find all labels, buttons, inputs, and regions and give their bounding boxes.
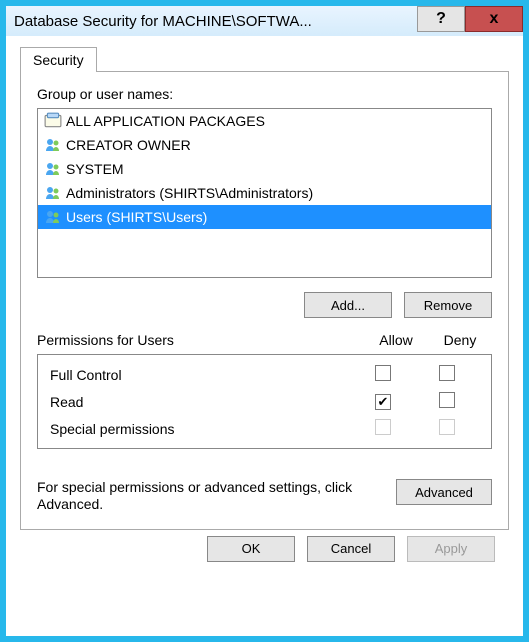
cancel-button[interactable]: Cancel [307, 536, 395, 562]
help-button[interactable]: ? [417, 6, 465, 32]
list-item-label: Administrators (SHIRTS\Administrators) [66, 185, 313, 201]
deny-column-header: Deny [428, 332, 492, 348]
remove-button[interactable]: Remove [404, 292, 492, 318]
advanced-button[interactable]: Advanced [396, 479, 492, 505]
permission-name: Full Control [50, 367, 351, 383]
list-item[interactable]: CREATOR OWNER [38, 133, 491, 157]
permission-name: Special permissions [50, 421, 351, 437]
permissions-header: Permissions for Users Allow Deny [37, 332, 492, 348]
deny-checkbox-special [439, 419, 455, 435]
package-icon [44, 112, 62, 130]
apply-button: Apply [407, 536, 495, 562]
permission-name: Read [50, 394, 351, 410]
list-item[interactable]: SYSTEM [38, 157, 491, 181]
group-icon [44, 184, 62, 202]
deny-checkbox-read[interactable] [439, 392, 455, 408]
group-icon [44, 208, 62, 226]
groups-listbox[interactable]: ALL APPLICATION PACKAGES CREATOR OWNER S… [37, 108, 492, 278]
list-item-label: CREATOR OWNER [66, 137, 191, 153]
group-icon [44, 160, 62, 178]
permission-row: Full Control [42, 361, 487, 388]
close-button[interactable]: x [465, 6, 523, 32]
permissions-for-label: Permissions for Users [37, 332, 344, 348]
deny-checkbox-full-control[interactable] [439, 365, 455, 381]
list-item[interactable]: Users (SHIRTS\Users) [38, 205, 491, 229]
allow-checkbox-read[interactable] [375, 394, 391, 410]
list-item[interactable]: ALL APPLICATION PACKAGES [38, 109, 491, 133]
permission-row: Read [42, 388, 487, 415]
permission-row: Special permissions [42, 415, 487, 442]
allow-checkbox-full-control[interactable] [375, 365, 391, 381]
titlebar-title: Database Security for MACHINE\SOFTWA... [14, 13, 417, 30]
add-button[interactable]: Add... [304, 292, 392, 318]
allow-checkbox-special [375, 419, 391, 435]
titlebar: Database Security for MACHINE\SOFTWA... … [6, 6, 523, 36]
group-icon [44, 136, 62, 154]
ok-button[interactable]: OK [207, 536, 295, 562]
list-item[interactable]: Administrators (SHIRTS\Administrators) [38, 181, 491, 205]
dialog-window: Database Security for MACHINE\SOFTWA... … [0, 0, 529, 642]
groups-label: Group or user names: [37, 86, 492, 102]
advanced-hint-text: For special permissions or advanced sett… [37, 479, 384, 513]
list-item-label: ALL APPLICATION PACKAGES [66, 113, 265, 129]
tab-security[interactable]: Security [20, 47, 97, 72]
permissions-list: Full Control Read Special permissions [37, 354, 492, 449]
list-item-label: SYSTEM [66, 161, 124, 177]
list-item-label: Users (SHIRTS\Users) [66, 209, 207, 225]
allow-column-header: Allow [364, 332, 428, 348]
tab-panel: Group or user names: ALL APPLICATION PAC… [20, 71, 509, 530]
